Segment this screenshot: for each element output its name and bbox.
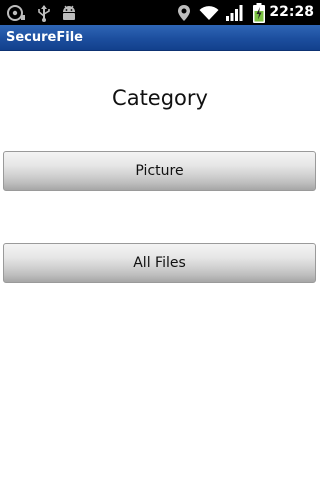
status-bar: 22:28: [0, 0, 320, 25]
page-heading: Category: [112, 86, 208, 110]
battery-charging-icon: [249, 0, 269, 25]
picture-button[interactable]: Picture: [3, 151, 316, 191]
picture-button-label: Picture: [135, 163, 184, 179]
usb-icon: [33, 0, 55, 25]
signal-icon: [224, 0, 244, 25]
all-files-button-label: All Files: [133, 255, 186, 271]
android-debug-icon: [58, 0, 80, 25]
clock: 22:28: [269, 4, 314, 20]
location-icon: [175, 0, 193, 25]
sd-card-icon: [4, 0, 28, 25]
title-bar: SecureFile: [0, 25, 320, 51]
wifi-icon: [198, 0, 220, 25]
all-files-button[interactable]: All Files: [3, 243, 316, 283]
app-title: SecureFile: [6, 30, 83, 45]
